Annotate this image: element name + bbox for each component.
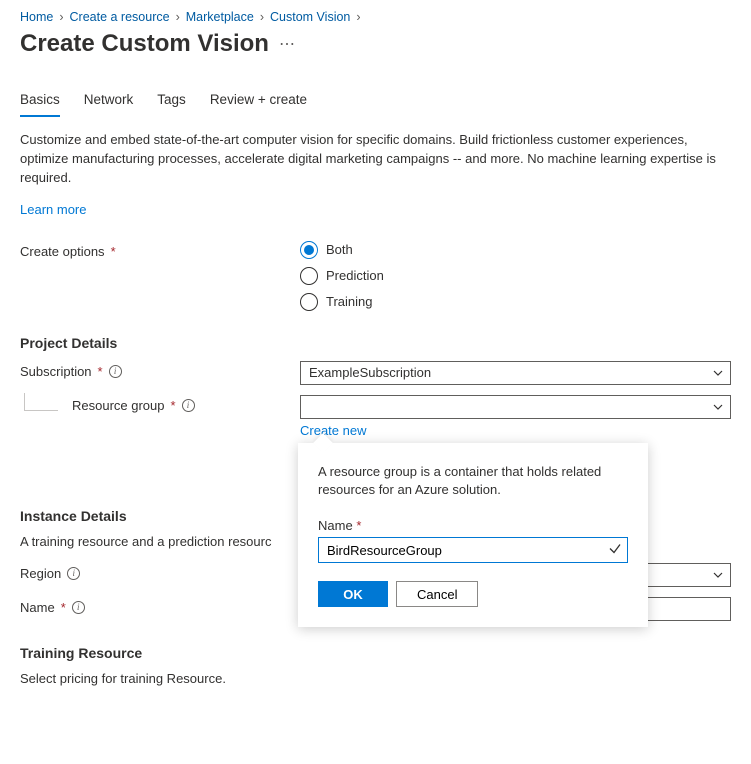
radio-icon: [300, 241, 318, 259]
create-options-label: Create options *: [20, 241, 300, 259]
breadcrumb-custom-vision[interactable]: Custom Vision: [270, 10, 350, 24]
radio-icon: [300, 293, 318, 311]
chevron-right-icon: ›: [260, 10, 264, 24]
resource-group-name-input[interactable]: [318, 537, 628, 563]
create-new-link[interactable]: Create new: [300, 423, 366, 438]
radio-icon: [300, 267, 318, 285]
resource-group-field: Create new A resource group is a contain…: [300, 395, 731, 438]
tab-review-create[interactable]: Review + create: [210, 86, 307, 117]
learn-more-link[interactable]: Learn more: [20, 202, 86, 217]
breadcrumb: Home › Create a resource › Marketplace ›…: [20, 10, 731, 24]
training-resource-title: Training Resource: [20, 645, 731, 661]
name-label: Name * i: [20, 597, 300, 615]
tab-basics[interactable]: Basics: [20, 86, 60, 117]
chevron-down-icon: [712, 569, 724, 581]
project-details-title: Project Details: [20, 335, 731, 351]
chevron-right-icon: ›: [356, 10, 360, 24]
chevron-down-icon: [712, 401, 724, 413]
page-title-row: Create Custom Vision ⋯: [20, 30, 731, 58]
info-icon[interactable]: i: [109, 365, 122, 378]
resource-group-label: Resource group * i: [20, 395, 300, 413]
create-options-radio-group: Both Prediction Training: [300, 241, 731, 311]
required-indicator: *: [111, 244, 116, 259]
page-title: Create Custom Vision: [20, 30, 269, 58]
tree-indent-line: [24, 393, 58, 411]
tabs: Basics Network Tags Review + create: [20, 86, 731, 117]
resource-group-row: Resource group * i Create new A resource…: [20, 395, 731, 438]
cancel-button[interactable]: Cancel: [396, 581, 478, 607]
radio-prediction[interactable]: Prediction: [300, 267, 731, 285]
info-icon[interactable]: i: [72, 601, 85, 614]
info-icon[interactable]: i: [67, 567, 80, 580]
popup-buttons: OK Cancel: [318, 581, 628, 607]
radio-both[interactable]: Both: [300, 241, 731, 259]
ok-button[interactable]: OK: [318, 581, 388, 607]
radio-training[interactable]: Training: [300, 293, 731, 311]
popup-description: A resource group is a container that hol…: [318, 463, 628, 501]
required-indicator: *: [171, 398, 176, 413]
popup-name-label: Name *: [318, 518, 628, 533]
more-actions-button[interactable]: ⋯: [279, 34, 296, 54]
required-indicator: *: [98, 364, 103, 379]
tab-tags[interactable]: Tags: [157, 86, 186, 117]
subscription-label: Subscription * i: [20, 361, 300, 379]
chevron-down-icon: [712, 367, 724, 379]
info-icon[interactable]: i: [182, 399, 195, 412]
breadcrumb-create-resource[interactable]: Create a resource: [70, 10, 170, 24]
resource-group-select[interactable]: [300, 395, 731, 419]
create-resource-group-popup: A resource group is a container that hol…: [298, 443, 648, 628]
training-resource-subtitle: Select pricing for training Resource.: [20, 671, 731, 686]
breadcrumb-home[interactable]: Home: [20, 10, 53, 24]
create-options-row: Create options * Both Prediction Trainin…: [20, 241, 731, 311]
popup-input-wrap: [318, 537, 628, 563]
chevron-right-icon: ›: [59, 10, 63, 24]
subscription-select[interactable]: ExampleSubscription: [300, 361, 731, 385]
chevron-right-icon: ›: [176, 10, 180, 24]
breadcrumb-marketplace[interactable]: Marketplace: [186, 10, 254, 24]
check-icon: [608, 542, 622, 559]
intro-text: Customize and embed state-of-the-art com…: [20, 131, 720, 188]
region-label: Region i: [20, 563, 300, 581]
subscription-field: ExampleSubscription: [300, 361, 731, 385]
tab-network[interactable]: Network: [84, 86, 134, 117]
required-indicator: *: [61, 600, 66, 615]
subscription-row: Subscription * i ExampleSubscription: [20, 361, 731, 385]
required-indicator: *: [356, 518, 361, 533]
